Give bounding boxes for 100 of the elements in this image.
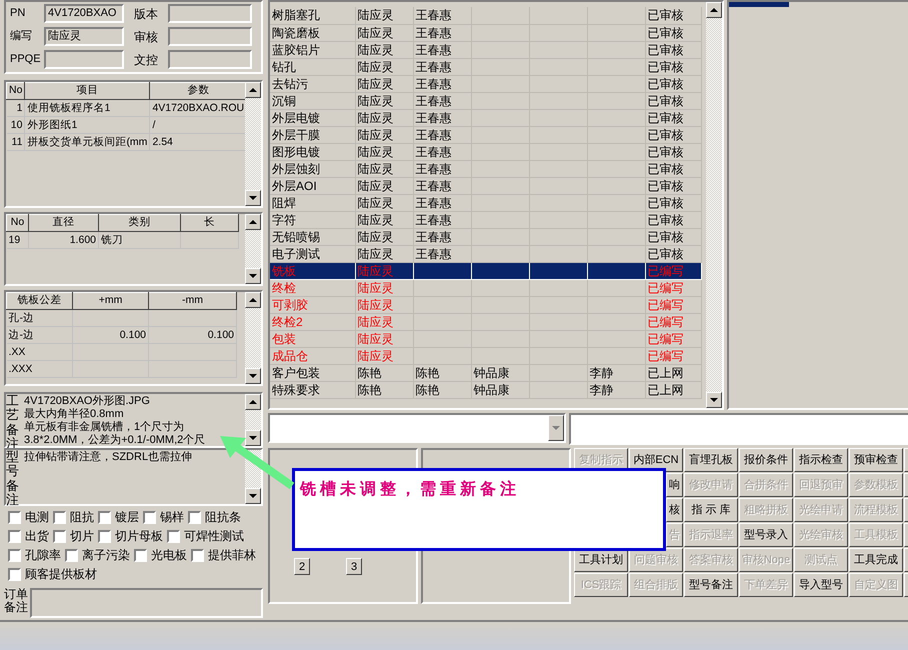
- column-header[interactable]: 长: [180, 214, 238, 232]
- table-cell: 王春惠: [416, 26, 452, 40]
- checkbox-label: 可焊性测试: [184, 528, 244, 545]
- column-header[interactable]: No: [6, 214, 28, 232]
- column-header[interactable]: No: [6, 82, 25, 100]
- text-field[interactable]: [168, 4, 252, 23]
- column-header[interactable]: 类别: [98, 214, 180, 232]
- scroll-down-button[interactable]: [245, 430, 261, 446]
- table-cell: 王春惠: [416, 246, 452, 260]
- checkbox[interactable]: [167, 530, 180, 542]
- scroll-down-button[interactable]: [245, 488, 261, 504]
- text-field[interactable]: [44, 50, 124, 69]
- checkbox-label: 孔隙率: [25, 547, 61, 564]
- scroll-down-button[interactable]: [245, 368, 261, 384]
- table-cell: 1.600: [28, 232, 98, 248]
- page-button[interactable]: 2: [294, 558, 310, 575]
- action-button[interactable]: 型号备注: [684, 573, 738, 597]
- action-button[interactable]: 核: [666, 498, 683, 522]
- table-cell: 0.100: [148, 326, 236, 344]
- column-header[interactable]: -mm: [148, 292, 236, 310]
- scrollbar[interactable]: [706, 2, 722, 408]
- table-cell: 已审核: [648, 94, 684, 108]
- table-cell: 已编写: [648, 264, 684, 278]
- action-button[interactable]: 指示检查: [794, 448, 848, 472]
- action-button[interactable]: 型号录入: [739, 523, 793, 547]
- checkbox[interactable]: [98, 510, 111, 524]
- input-field[interactable]: [569, 413, 908, 445]
- scrollbar[interactable]: [245, 82, 261, 206]
- checkbox[interactable]: [188, 510, 201, 524]
- action-button[interactable]: 导入型号: [794, 573, 848, 597]
- column-header[interactable]: 直径: [28, 214, 98, 232]
- table-cell: 陆应灵: [358, 144, 394, 158]
- text-area[interactable]: [30, 588, 263, 618]
- table-cell: 陆应灵: [358, 230, 394, 244]
- scroll-down-button[interactable]: [245, 190, 261, 206]
- checkbox-label: 电测: [25, 509, 49, 526]
- table-cell: 外层AOI: [272, 178, 317, 192]
- table-cell: 10: [6, 116, 25, 134]
- checkbox[interactable]: [143, 510, 156, 524]
- action-button[interactable]: 报价条件: [739, 448, 793, 472]
- column-header[interactable]: 铣板公差: [6, 292, 72, 310]
- page-button[interactable]: 3: [346, 558, 362, 575]
- checkbox-label: 阻抗: [70, 509, 94, 526]
- table-cell: 陆应灵: [358, 178, 394, 192]
- scrollbar[interactable]: [245, 214, 261, 284]
- memo-line: 单元板有非金属铣槽，1个尺寸为: [24, 421, 186, 434]
- scroll-up-button[interactable]: [706, 2, 722, 18]
- checkbox[interactable]: [8, 568, 21, 580]
- table-cell: 已审核: [648, 128, 684, 142]
- action-button[interactable]: 指 示 库: [684, 498, 738, 522]
- scroll-up-button[interactable]: [245, 82, 261, 98]
- table-cell: 1: [6, 100, 25, 116]
- table-cell: 已审核: [648, 42, 684, 56]
- table-cell: 图形电镀: [272, 144, 320, 158]
- memo-text: 拉伸钻带请注意，SZDRL也需拉伸: [24, 451, 192, 463]
- scroll-down-button[interactable]: [706, 392, 722, 408]
- table-cell: 已上网: [648, 382, 684, 396]
- text-field[interactable]: [168, 27, 252, 46]
- table-cell: 王春惠: [416, 128, 452, 142]
- table-cell: 阻焊: [272, 196, 296, 210]
- text-field[interactable]: 4V1720BXAO: [44, 4, 124, 23]
- action-button[interactable]: 预审检查: [849, 448, 903, 472]
- table-cell: 王春惠: [416, 110, 452, 124]
- column-header[interactable]: 项目: [24, 82, 150, 100]
- scroll-up-button[interactable]: [245, 292, 261, 308]
- table-cell: 孔-边: [6, 310, 72, 326]
- combo-box[interactable]: [268, 413, 566, 443]
- action-button[interactable]: 工具完成: [849, 548, 903, 572]
- scroll-down-button[interactable]: [245, 268, 261, 284]
- table-cell: 外层蚀刻: [272, 162, 320, 176]
- checkbox[interactable]: [53, 530, 66, 542]
- checkbox[interactable]: [53, 510, 66, 524]
- table-cell: 王春惠: [416, 144, 452, 158]
- table-cell: 陆应灵: [358, 212, 394, 226]
- column-header[interactable]: +mm: [72, 292, 148, 310]
- field-label: 审核: [133, 28, 159, 46]
- checkbox[interactable]: [191, 548, 204, 562]
- action-button[interactable]: 响: [666, 473, 683, 497]
- checkbox[interactable]: [8, 548, 21, 562]
- text-field[interactable]: 陆应灵: [44, 27, 124, 46]
- checkbox-label: 阻抗条: [205, 509, 241, 526]
- scrollbar[interactable]: [245, 394, 261, 446]
- checkbox[interactable]: [65, 548, 78, 562]
- action-button[interactable]: 盲埋孔板: [684, 448, 738, 472]
- text-field[interactable]: [168, 50, 252, 69]
- scroll-up-button[interactable]: [245, 214, 261, 230]
- checkbox[interactable]: [98, 530, 111, 542]
- checkbox[interactable]: [8, 510, 21, 524]
- table-cell: 0.100: [72, 326, 148, 344]
- scroll-up-button[interactable]: [245, 394, 261, 410]
- table-cell: 外层干膜: [272, 128, 320, 142]
- table-cell: 陆应灵: [358, 110, 394, 124]
- table-cell: 陈艳: [358, 366, 382, 380]
- table-cell: 电子测试: [272, 246, 320, 260]
- checkbox[interactable]: [8, 530, 21, 542]
- scrollbar[interactable]: [245, 292, 261, 384]
- checkbox[interactable]: [134, 548, 147, 562]
- table-cell: 陆应灵: [358, 246, 394, 260]
- memo-line: 3.8*2.0MM，公差为+0.1/-0MM,2个尺: [24, 434, 206, 446]
- table-cell: 已审核: [648, 60, 684, 74]
